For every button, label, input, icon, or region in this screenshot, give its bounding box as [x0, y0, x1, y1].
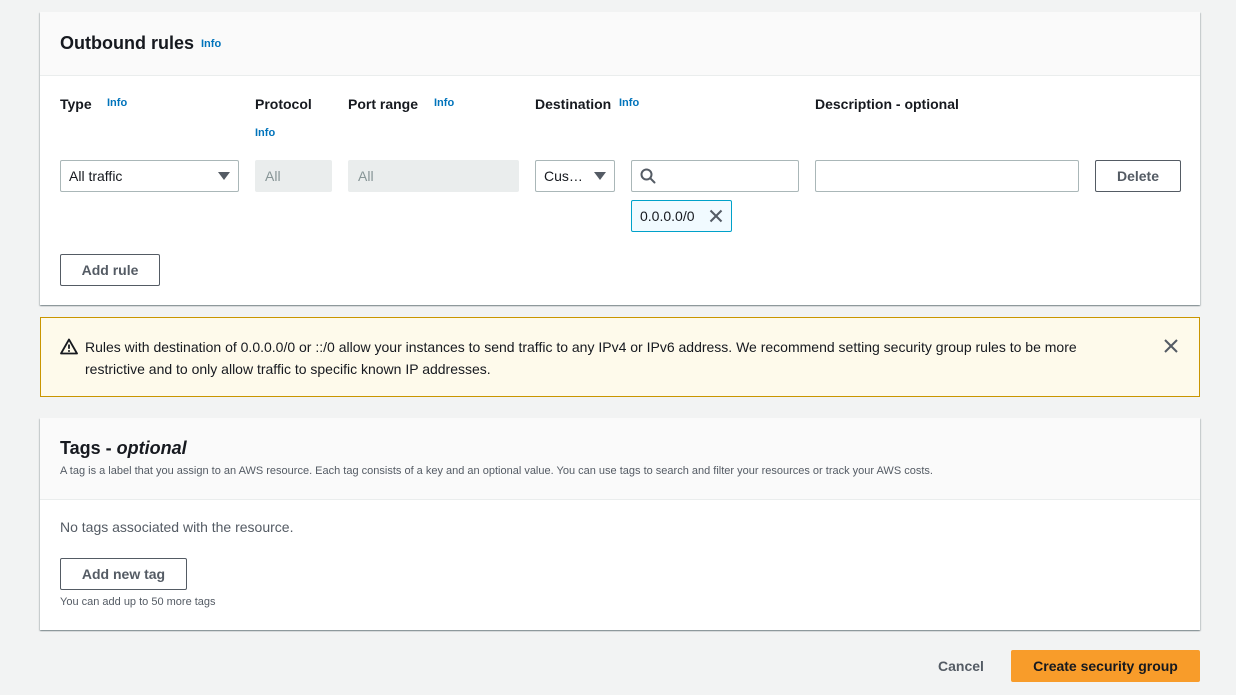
add-new-tag-button[interactable]: Add new tag	[60, 558, 187, 590]
warning-icon	[60, 338, 78, 355]
destination-type-select[interactable]: Cus…	[535, 160, 615, 192]
outbound-rules-header: Outbound rules Info	[40, 12, 1200, 76]
tags-title: Tags - optional	[60, 438, 187, 459]
protocol-value: All	[265, 168, 281, 184]
destination-column-label: Destination	[535, 96, 612, 112]
tags-title-optional: optional	[116, 438, 187, 458]
port-range-field: All	[348, 160, 519, 192]
cancel-button[interactable]: Cancel	[938, 658, 984, 674]
tags-empty-text: No tags associated with the resource.	[60, 519, 294, 535]
port-range-info-link[interactable]: Info	[434, 97, 454, 109]
destination-info-link[interactable]: Info	[619, 97, 639, 109]
outbound-rules-info-link[interactable]: Info	[201, 38, 221, 50]
caret-down-icon	[594, 172, 606, 180]
tags-description: A tag is a label that you assign to an A…	[60, 465, 933, 477]
destination-token-label: 0.0.0.0/0	[640, 208, 695, 224]
type-select[interactable]: All traffic	[60, 160, 239, 192]
search-icon	[640, 168, 656, 184]
destination-type-value: Cus…	[544, 168, 583, 184]
type-info-link[interactable]: Info	[107, 97, 127, 109]
create-security-group-button[interactable]: Create security group	[1011, 650, 1200, 682]
delete-rule-button[interactable]: Delete	[1095, 160, 1181, 192]
tags-header: Tags - optional A tag is a label that yo…	[40, 418, 1200, 500]
port-range-column-label: Port range	[348, 96, 419, 112]
tags-title-main: Tags -	[60, 438, 117, 458]
protocol-column-label: Protocol	[255, 96, 312, 112]
outbound-rules-panel: Outbound rules Info Type Info Protocol I…	[40, 12, 1200, 305]
destination-token: 0.0.0.0/0	[631, 200, 732, 232]
warning-alert-message: Rules with destination of 0.0.0.0/0 or :…	[85, 339, 1077, 377]
protocol-info-link[interactable]: Info	[255, 127, 275, 139]
outbound-rules-title: Outbound rules	[60, 33, 194, 53]
description-column-label: Description - optional	[815, 96, 959, 112]
caret-down-icon	[218, 172, 230, 180]
protocol-field: All	[255, 160, 332, 192]
destination-search-input[interactable]	[631, 160, 799, 192]
tags-panel: Tags - optional A tag is a label that yo…	[40, 418, 1200, 630]
type-select-value: All traffic	[69, 168, 123, 184]
description-input[interactable]	[815, 160, 1079, 192]
close-icon[interactable]	[1164, 339, 1178, 353]
close-icon[interactable]	[709, 209, 723, 223]
type-column-label: Type	[60, 96, 92, 112]
add-rule-button[interactable]: Add rule	[60, 254, 160, 286]
warning-alert: Rules with destination of 0.0.0.0/0 or :…	[40, 317, 1200, 397]
port-range-value: All	[358, 168, 374, 184]
tags-limit-text: You can add up to 50 more tags	[60, 596, 216, 608]
